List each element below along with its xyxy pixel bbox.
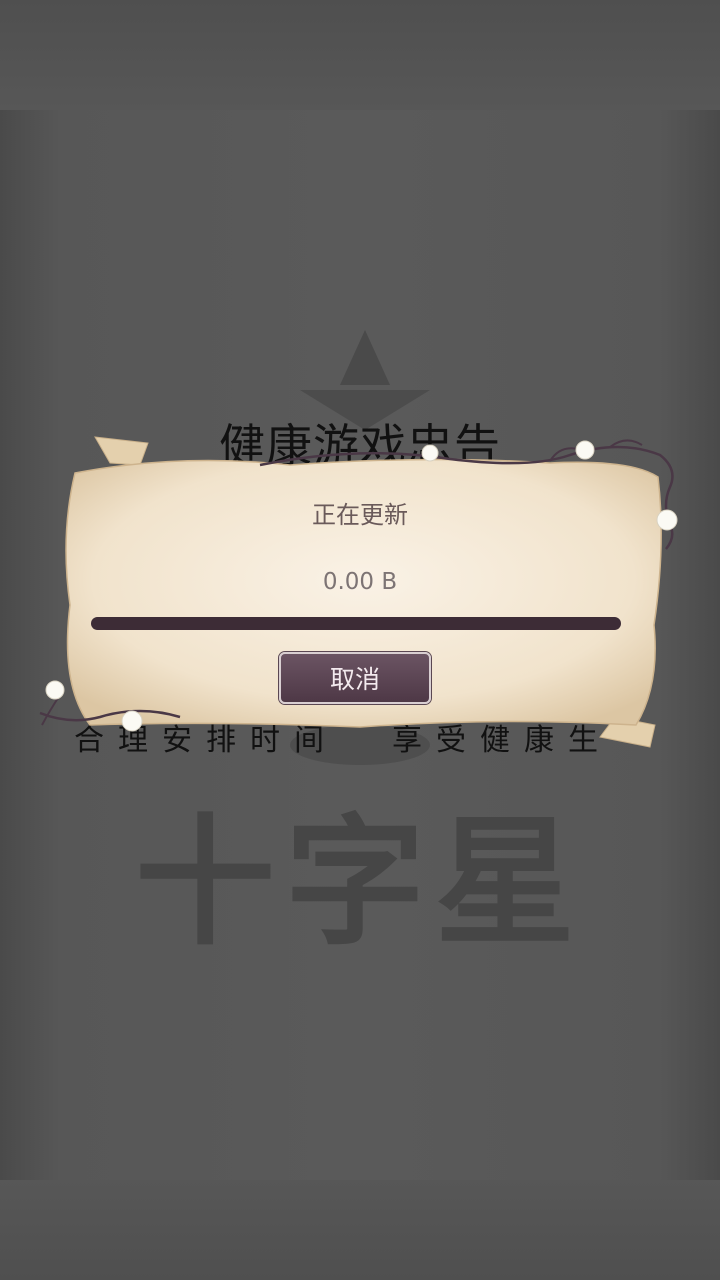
update-dialog: 正在更新 0.00 B 取消: [30, 425, 690, 755]
download-size-text: 0.00 B: [322, 569, 398, 595]
update-progress-bar: [91, 617, 621, 630]
cancel-button[interactable]: 取消: [279, 652, 431, 704]
brand-logo-text: 十字星: [134, 801, 585, 965]
update-status-text: 正在更新: [312, 501, 408, 529]
